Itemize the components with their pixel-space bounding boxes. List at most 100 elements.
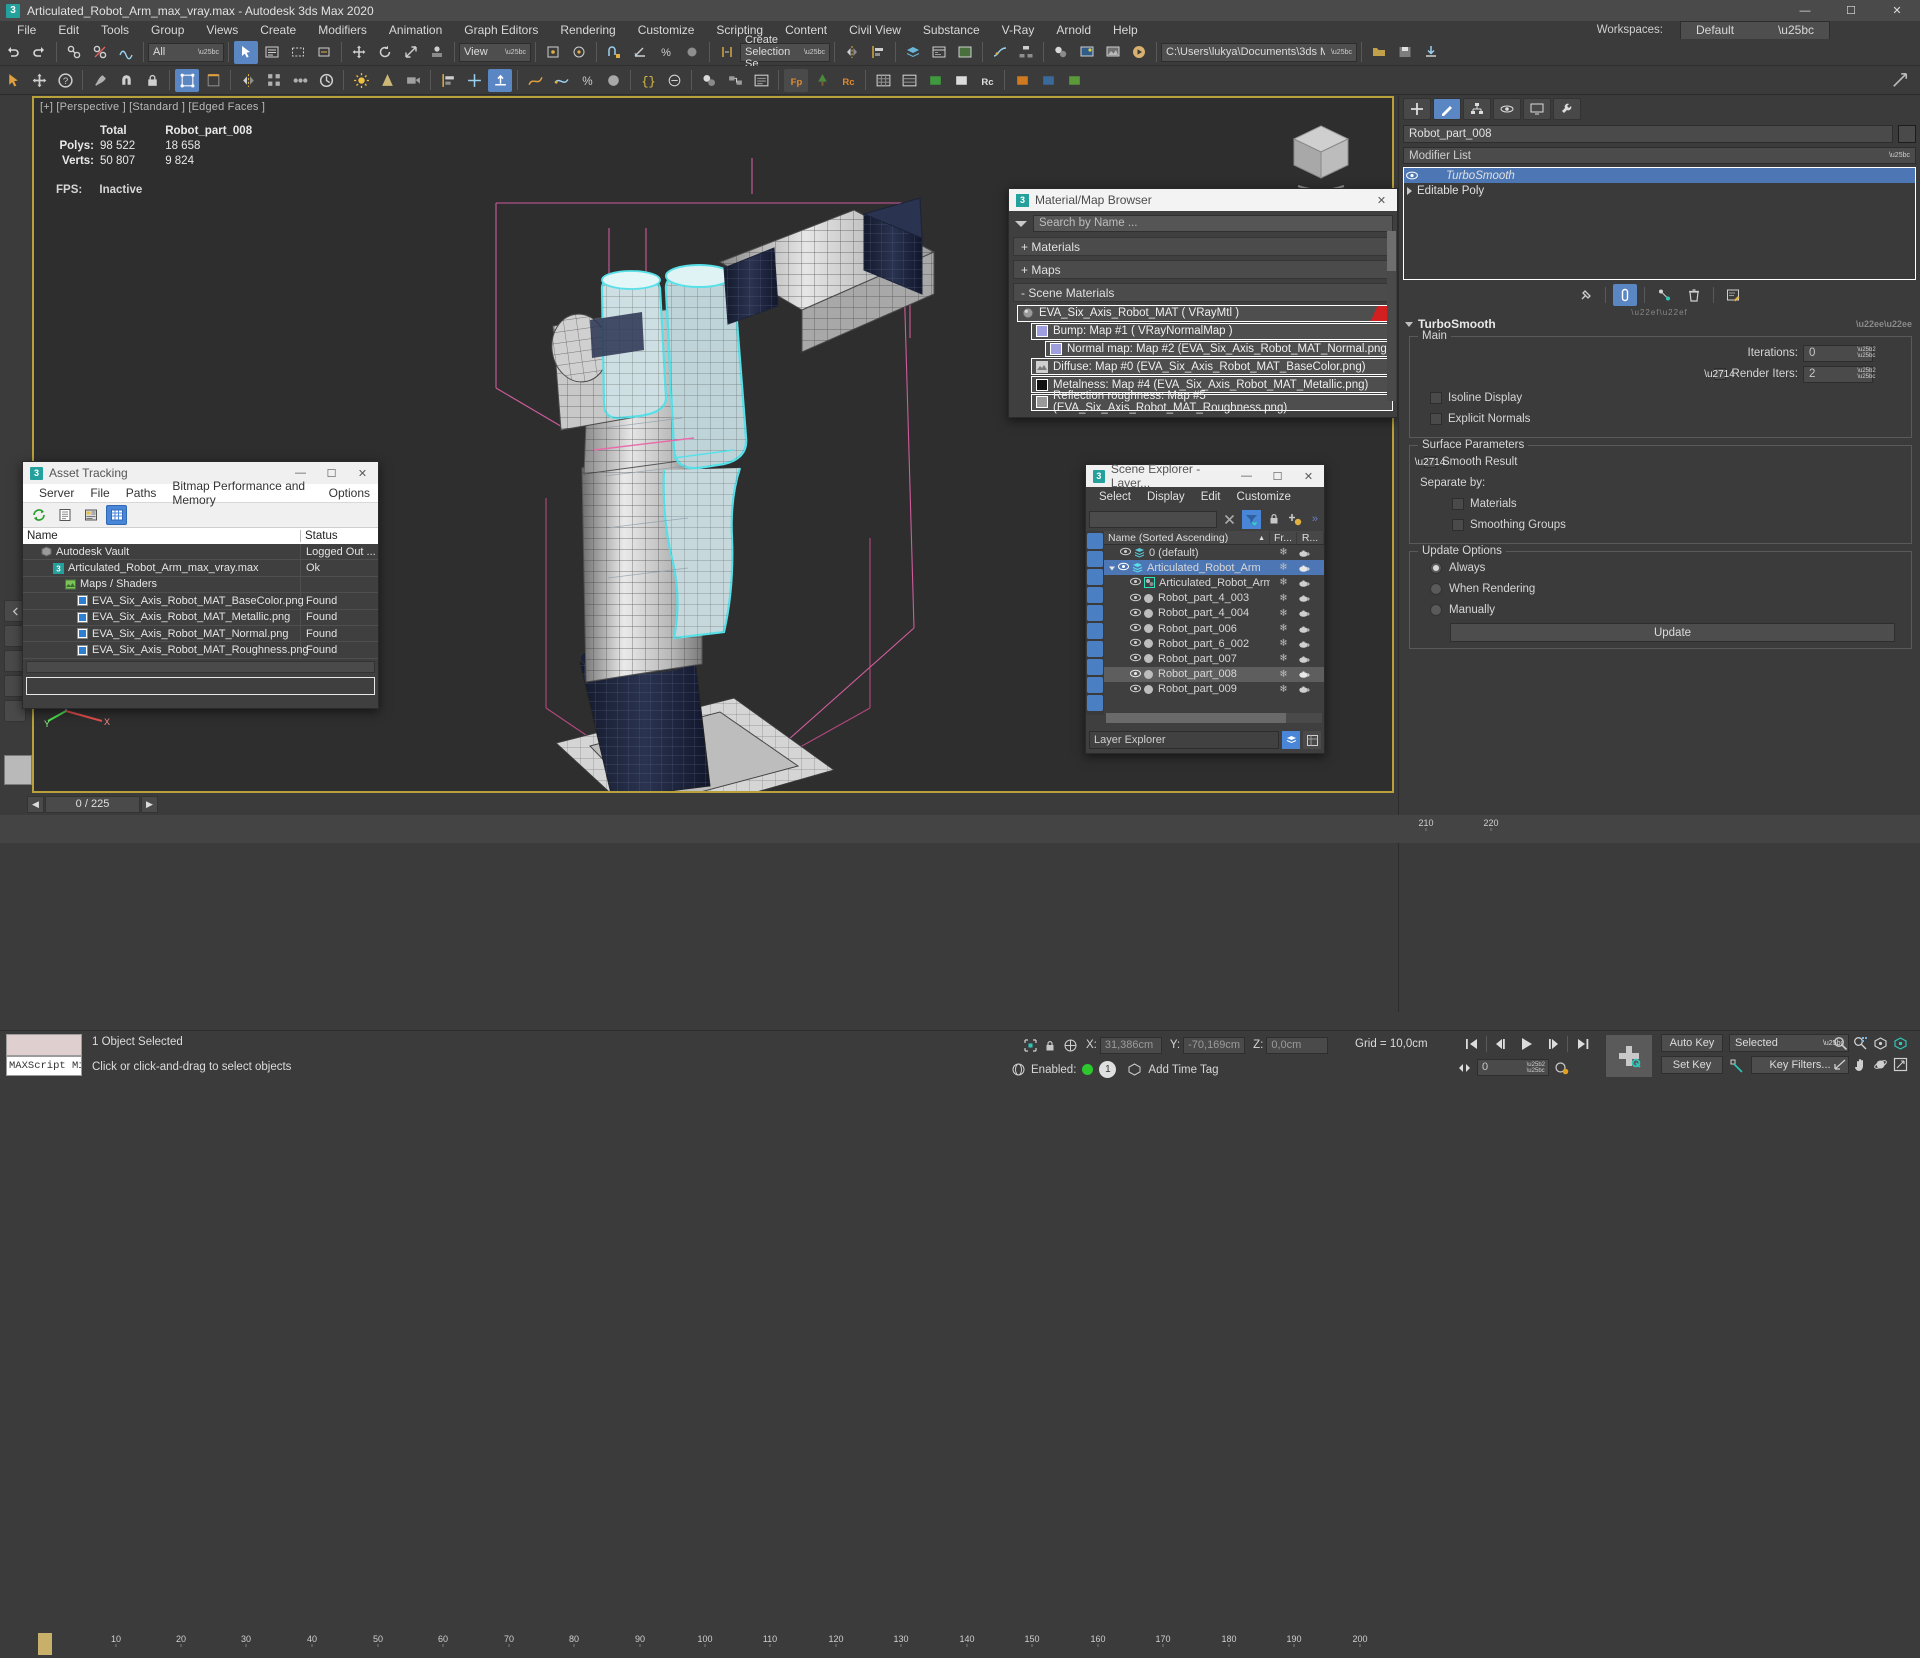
- menu-create[interactable]: Create: [249, 21, 307, 39]
- menu-group[interactable]: Group: [140, 21, 195, 39]
- table-row[interactable]: Robot_part_009 ❄: [1104, 682, 1324, 697]
- scene-explorer-window[interactable]: 3 Scene Explorer - Layer... — ☐ ✕ Select…: [1085, 464, 1325, 754]
- prev-frame-button[interactable]: ◀: [27, 796, 44, 813]
- tab-modify[interactable]: [1433, 98, 1461, 120]
- asset-column-name[interactable]: Name: [23, 530, 301, 542]
- material-node-normal-map[interactable]: Normal map: Map #2 (EVA_Six_Axis_Robot_M…: [1045, 341, 1393, 358]
- rc-tool-button[interactable]: Rc: [975, 69, 999, 92]
- y-coordinate-input[interactable]: -70,169cm: [1183, 1037, 1245, 1054]
- absolute-relative-mode-icon[interactable]: [1060, 1036, 1080, 1054]
- auto-key-button[interactable]: Auto Key: [1661, 1034, 1723, 1052]
- previous-frame-icon[interactable]: [1492, 1034, 1511, 1053]
- current-frame-display[interactable]: 0 / 225: [45, 796, 140, 813]
- teapot-icon[interactable]: [1297, 639, 1324, 649]
- time-slider-handle[interactable]: [38, 1633, 52, 1655]
- track-bar[interactable]: 102030 405060 708090 100110120 130140150…: [0, 815, 1398, 843]
- eye-icon[interactable]: [1130, 608, 1141, 619]
- asset-tracking-horizontal-scrollbar[interactable]: [26, 661, 375, 673]
- select-link-button[interactable]: [62, 41, 86, 64]
- layer-manager-button[interactable]: [897, 69, 921, 92]
- lock-selection-set-icon[interactable]: [1040, 1036, 1060, 1054]
- align-tool-button[interactable]: [436, 69, 460, 92]
- menu-modifiers[interactable]: Modifiers: [307, 21, 378, 39]
- eye-icon[interactable]: [1130, 623, 1141, 634]
- update-manually-row[interactable]: Manually: [1416, 601, 1905, 619]
- expression-button[interactable]: [662, 69, 686, 92]
- grid-display-button[interactable]: [871, 69, 895, 92]
- teapot-icon[interactable]: [1297, 684, 1324, 694]
- forest-pack-button[interactable]: [810, 69, 834, 92]
- go-to-end-icon[interactable]: [1573, 1034, 1592, 1053]
- modifier-stack-item-turbosmooth[interactable]: TurboSmooth: [1404, 168, 1915, 183]
- table-row[interactable]: EVA_Six_Axis_Robot_MAT_Normal.png Found: [23, 626, 378, 642]
- teapot-icon[interactable]: [1297, 669, 1324, 679]
- select-object-button[interactable]: [234, 41, 258, 64]
- eye-icon[interactable]: [1130, 684, 1141, 695]
- eye-icon[interactable]: [1130, 593, 1141, 604]
- object-color-swatch[interactable]: [1898, 125, 1916, 143]
- asset-tracking-path-field[interactable]: [26, 677, 375, 695]
- expand-collapse-icon[interactable]: [1108, 564, 1118, 572]
- path-deform-button[interactable]: [549, 69, 573, 92]
- table-row[interactable]: Robot_part_4_003 ❄: [1104, 591, 1324, 606]
- material-node-roughness[interactable]: Reflection roughness: Map #5 (EVA_Six_Ax…: [1031, 394, 1393, 411]
- teapot-icon[interactable]: [1297, 608, 1324, 618]
- filter-icon[interactable]: [1242, 510, 1261, 529]
- material-node-root[interactable]: EVA_Six_Axis_Robot_MAT ( VRayMtl ): [1017, 305, 1393, 322]
- se-menu-edit[interactable]: Edit: [1193, 491, 1229, 503]
- zoom-extents-all-icon[interactable]: [1890, 1033, 1910, 1054]
- go-to-start-icon[interactable]: [1462, 1034, 1481, 1053]
- create-selection-set-combo[interactable]: Create Selection Se \u25bc: [740, 43, 830, 62]
- open-file-button[interactable]: [1367, 41, 1391, 64]
- move-tool-button[interactable]: [27, 69, 51, 92]
- scene-explorer-search-input[interactable]: [1089, 511, 1217, 528]
- curve-editor-button[interactable]: [988, 41, 1012, 64]
- enabled-count-badge[interactable]: 1: [1099, 1061, 1116, 1078]
- pin-stack-icon[interactable]: [1574, 284, 1598, 306]
- white-display-button[interactable]: [949, 69, 973, 92]
- import-button[interactable]: [1419, 41, 1443, 64]
- at-menu-file[interactable]: File: [82, 486, 117, 500]
- normal-align-button[interactable]: [488, 69, 512, 92]
- time-tag-icon[interactable]: [1124, 1061, 1144, 1078]
- redo-button[interactable]: [27, 41, 51, 64]
- smooth-result-row[interactable]: \u2714 Smooth Result: [1416, 453, 1905, 471]
- iterations-spinner[interactable]: 0 \u25b2\u25bc: [1803, 345, 1873, 362]
- modifier-list-dropdown[interactable]: Modifier List \u25bc: [1403, 147, 1916, 164]
- rollup-header[interactable]: TurboSmooth \u22ee\u22ee: [1403, 316, 1916, 332]
- maximize-viewport-icon[interactable]: [1890, 1054, 1910, 1075]
- named-selection-sets-button[interactable]: [715, 41, 739, 64]
- make-unique-icon[interactable]: [1652, 284, 1676, 306]
- render-setup-button[interactable]: [1075, 41, 1099, 64]
- percentage-button[interactable]: %: [575, 69, 599, 92]
- compact-material-editor-button[interactable]: [697, 69, 721, 92]
- tab-display[interactable]: [1523, 98, 1551, 120]
- scrollbar-thumb[interactable]: [1387, 231, 1396, 271]
- x-coordinate-input[interactable]: 31,386cm: [1100, 1037, 1162, 1054]
- set-key-button[interactable]: [1605, 1034, 1653, 1078]
- selection-filter-combo[interactable]: All \u25bc: [148, 43, 224, 62]
- update-always-row[interactable]: Always: [1416, 559, 1905, 577]
- reference-coordinate-system-combo[interactable]: View \u25bc: [459, 43, 531, 62]
- select-and-scale-button[interactable]: [399, 41, 423, 64]
- object-name-input[interactable]: Robot_part_008: [1403, 125, 1893, 143]
- asset-tracking-button[interactable]: [749, 69, 773, 92]
- se-menu-customize[interactable]: Customize: [1229, 491, 1299, 503]
- eye-icon[interactable]: [1118, 562, 1129, 573]
- maps-section-header[interactable]: + Maps: [1013, 260, 1393, 279]
- frozen-icon[interactable]: ❄: [1270, 669, 1297, 680]
- pan-hand-icon[interactable]: [1850, 1054, 1870, 1075]
- next-frame-icon[interactable]: [1543, 1034, 1562, 1053]
- magnet-button[interactable]: [114, 69, 138, 92]
- railclone-button[interactable]: Rc: [836, 69, 860, 92]
- layer-options-icon[interactable]: [1303, 731, 1321, 749]
- key-step-icon[interactable]: [1455, 1059, 1473, 1076]
- frame-number-input[interactable]: 0 \u25b2\u25bc: [1477, 1059, 1549, 1076]
- table-view-icon[interactable]: [106, 505, 127, 525]
- zoom-icon[interactable]: [1830, 1033, 1850, 1054]
- menu-tools[interactable]: Tools: [90, 21, 140, 39]
- tab-hierarchy[interactable]: [1463, 98, 1491, 120]
- smoothing-groups-checkbox[interactable]: [1452, 519, 1464, 531]
- align-button[interactable]: [866, 41, 890, 64]
- field-of-view-icon[interactable]: [1830, 1054, 1850, 1075]
